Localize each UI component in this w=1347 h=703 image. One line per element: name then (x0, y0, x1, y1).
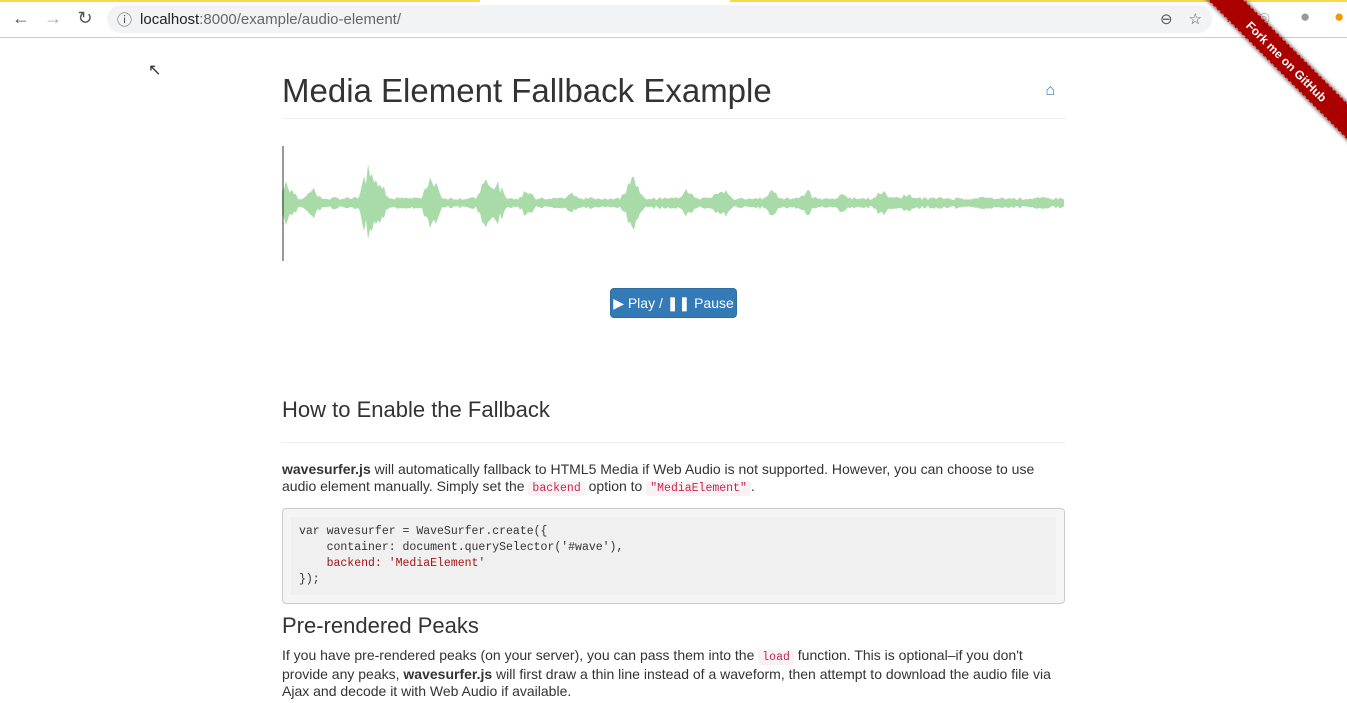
browser-toolbar: ← → ↻ ⓘ localhost:8000/example/audio-ele… (0, 0, 1347, 38)
strong-text: wavesurfer.js (403, 666, 493, 682)
section-peaks: Pre-rendered Peaks If you have pre-rende… (282, 613, 1065, 700)
loading-bar (0, 0, 480, 2)
waveform-path (282, 163, 1064, 240)
waveform[interactable]: ▶ Play / ❚❚ Pause (282, 146, 1065, 318)
waveform-canvas[interactable] (282, 146, 1065, 261)
inline-code: backend (528, 481, 585, 496)
forward-icon[interactable]: → (37, 8, 69, 29)
section-title: How to Enable the Fallback (282, 397, 550, 422)
code-line: backend: 'MediaElement' (299, 557, 486, 570)
back-icon[interactable]: ← (5, 8, 37, 29)
alert-icon[interactable]: ● (1334, 7, 1344, 27)
code-block: var wavesurfer = WaveSurfer.create({ con… (282, 508, 1065, 604)
page-title: Media Element Fallback Example (282, 72, 772, 109)
page-header: Media Element Fallback Example ⌂ (282, 72, 1065, 119)
section-title: Pre-rendered Peaks (282, 613, 479, 638)
url-path: :8000/example/audio-element/ (199, 10, 402, 28)
mouse-cursor-icon: ↖ (148, 62, 162, 79)
section-fallback: How to Enable the Fallback wavesurfer.js… (282, 397, 1065, 604)
text: option to (584, 478, 647, 494)
code-line: container: document.querySelector('#wave… (299, 541, 624, 554)
url-host: localhost (140, 10, 200, 28)
reload-icon[interactable]: ↻ (69, 8, 101, 29)
zoom-icon[interactable]: ⊖ (1160, 10, 1173, 28)
address-bar[interactable]: ⓘ localhost:8000/example/audio-element/ … (107, 5, 1212, 33)
inline-code: load (758, 650, 794, 665)
text: . (750, 478, 755, 494)
inline-code: "MediaElement" (646, 481, 751, 496)
strong-text: wavesurfer.js (282, 461, 371, 477)
text: If you have pre-rendered peaks (on your … (282, 647, 759, 663)
section-text: If you have pre-rendered peaks (on your … (282, 647, 1065, 700)
star-icon[interactable]: ☆ (1189, 10, 1202, 28)
profile-avatar-icon[interactable]: ● (1300, 7, 1310, 27)
code-line: }); (299, 573, 320, 586)
home-icon[interactable]: ⌂ (1045, 82, 1055, 100)
play-pause-button[interactable]: ▶ Play / ❚❚ Pause (610, 288, 737, 318)
section-text: wavesurfer.js will automatically fallbac… (282, 461, 1065, 497)
code-line: var wavesurfer = WaveSurfer.create({ (299, 525, 548, 538)
info-icon[interactable]: ⓘ (117, 9, 132, 30)
loading-bar (730, 0, 1347, 2)
